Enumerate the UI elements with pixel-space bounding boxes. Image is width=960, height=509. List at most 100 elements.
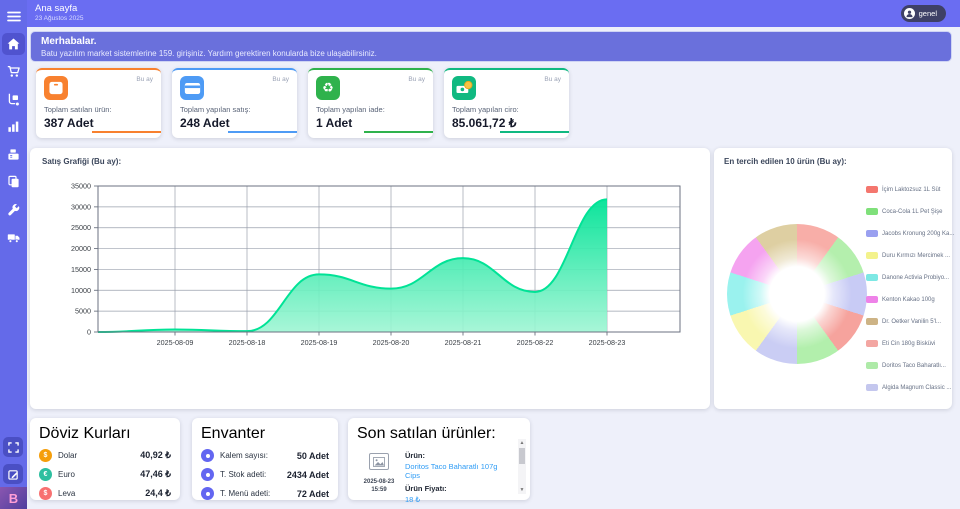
legend-item[interactable]: Algida Magnum Classic ...: [866, 384, 954, 391]
legend-label: Dr. Oetker Vanilin 5'l...: [882, 319, 941, 325]
currency-value: 47,46 ₺: [140, 469, 171, 480]
inventory-value: 2434 Adet: [287, 470, 329, 480]
truck-icon[interactable]: [2, 226, 25, 248]
edit-icon[interactable]: [3, 464, 23, 484]
legend-label: Jacobs Kronung 200g Ka...: [882, 231, 954, 237]
user-avatar-icon: [904, 8, 915, 19]
scroll-down-icon[interactable]: ▼: [518, 487, 526, 493]
sales-area-chart[interactable]: 050001000015000200002500030000350002025-…: [30, 174, 710, 396]
box-icon: [44, 76, 68, 100]
top-products-title: En tercih edilen 10 ürün (Bu ay):: [714, 148, 952, 166]
legend-item[interactable]: Coca-Cola 1L Pet Şişe: [866, 208, 954, 215]
svg-text:25000: 25000: [71, 223, 91, 232]
svg-text:2025-08-22: 2025-08-22: [517, 338, 554, 347]
donut-legend: İçim Laktozsuz 1L Süt Coca-Cola 1L Pet Ş…: [866, 186, 954, 391]
stat-value: 1 Adet: [316, 116, 425, 130]
inventory-card: Envanter Kalem sayısı: 50 Adet T. Stok a…: [192, 418, 338, 500]
stat-card-revenue: Bu ay Toplam yapılan ciro: 85.061,72 ₺: [444, 68, 569, 138]
copy-icon[interactable]: [2, 170, 25, 192]
legend-item[interactable]: Doritos Taco Baharatlı...: [866, 362, 954, 369]
svg-text:30000: 30000: [71, 202, 91, 211]
legend-item[interactable]: Kenton Kakao 100g: [866, 296, 954, 303]
stat-underline: [500, 131, 569, 133]
stat-period: Bu ay: [136, 76, 153, 83]
inventory-row: T. Menü adeti: 72 Adet: [201, 487, 329, 500]
currency-title: Döviz Kurları: [39, 425, 171, 443]
currency-value: 40,92 ₺: [140, 450, 171, 461]
bullet-icon: [201, 487, 214, 500]
scrollbar[interactable]: ▲ ▼: [518, 439, 526, 494]
legend-label: Eti Cin 180g Bisküvi: [882, 341, 935, 347]
legend-item[interactable]: Danone Activia Probiyo...: [866, 274, 954, 281]
inventory-row: Kalem sayısı: 50 Adet: [201, 449, 329, 462]
product-label: Ürün:: [405, 451, 507, 460]
legend-item[interactable]: İçim Laktozsuz 1L Süt: [866, 186, 954, 193]
sold-date: 2025-08-2315:59: [357, 478, 401, 494]
welcome-message: Batu yazılım market sistemlerine 159. gi…: [41, 49, 941, 58]
legend-swatch: [866, 208, 878, 215]
svg-text:2025-08-09: 2025-08-09: [157, 338, 194, 347]
svg-text:2025-08-20: 2025-08-20: [373, 338, 410, 347]
menu-icon[interactable]: [2, 5, 25, 27]
inventory-value: 72 Adet: [297, 489, 329, 499]
bullet-icon: [201, 468, 214, 481]
stat-card-sales: Bu ay Toplam yapılan satış: 248 Adet: [172, 68, 297, 138]
stat-value: 387 Adet: [44, 116, 153, 130]
svg-text:20000: 20000: [71, 244, 91, 253]
stat-period: Bu ay: [544, 76, 561, 83]
cash-register-icon[interactable]: [2, 143, 25, 165]
stat-label: Toplam yapılan iade:: [316, 105, 425, 114]
legend-swatch: [866, 252, 878, 259]
legend-label: Kenton Kakao 100g: [882, 297, 935, 303]
currency-row-euro: € Euro 47,46 ₺: [39, 468, 171, 481]
image-placeholder-icon: [369, 453, 389, 470]
svg-text:2025-08-19: 2025-08-19: [301, 338, 338, 347]
stat-value: 248 Adet: [180, 116, 289, 130]
stat-label: Toplam yapılan ciro:: [452, 105, 561, 114]
product-link[interactable]: Doritos Taco Baharatlı 107g Cips: [405, 462, 507, 480]
recycle-icon: ♻: [316, 76, 340, 100]
currency-row-leva: $ Leva 24,4 ₺: [39, 487, 171, 500]
sales-chart-title: Satış Grafiği (Bu ay):: [30, 148, 710, 166]
euro-icon: €: [39, 468, 52, 481]
page-date: 23 Ağustos 2025: [35, 15, 83, 22]
legend-label: Duru Kırmızı Mercimek ...: [882, 253, 950, 259]
stat-period: Bu ay: [408, 76, 425, 83]
stat-card-refunds: ♻ Bu ay Toplam yapılan iade: 1 Adet: [308, 68, 433, 138]
legend-item[interactable]: Duru Kırmızı Mercimek ...: [866, 252, 954, 259]
legend-swatch: [866, 230, 878, 237]
app-logo[interactable]: B: [0, 487, 27, 509]
last-sold-card: Son satılan ürünler: 2025-08-2315:59 Ürü…: [348, 418, 530, 500]
credit-card-icon: [180, 76, 204, 100]
svg-text:5000: 5000: [75, 307, 91, 316]
legend-item[interactable]: Jacobs Kronung 200g Ka...: [866, 230, 954, 237]
top-bar: Ana sayfa 23 Ağustos 2025 genel: [27, 0, 960, 27]
legend-label: Doritos Taco Baharatlı...: [882, 363, 946, 369]
bar-chart-icon[interactable]: [2, 115, 25, 137]
legend-item[interactable]: Dr. Oetker Vanilin 5'l...: [866, 318, 954, 325]
top-products-card: En tercih edilen 10 ürün (Bu ay): İçim L…: [714, 148, 952, 409]
scrollbar-thumb[interactable]: [519, 448, 525, 464]
currency-name: Euro: [58, 470, 75, 479]
stat-value: 85.061,72 ₺: [452, 116, 561, 130]
welcome-banner: Merhabalar. Batu yazılım market sistemle…: [30, 31, 952, 62]
stat-cards: Bu ay Toplam satılan ürün: 387 Adet Bu a…: [36, 68, 569, 138]
currency-value: 24,4 ₺: [145, 488, 171, 499]
wrench-icon[interactable]: [2, 198, 25, 220]
home-icon[interactable]: [2, 33, 25, 55]
page-title: Ana sayfa: [35, 3, 77, 14]
hand-truck-icon[interactable]: [2, 88, 25, 110]
fullscreen-icon[interactable]: [3, 437, 23, 457]
price-value: 18 ₺: [405, 495, 507, 504]
user-menu-button[interactable]: genel: [901, 5, 946, 22]
sales-chart-card: Satış Grafiği (Bu ay): 05000100001500020…: [30, 148, 710, 409]
top-products-donut-chart[interactable]: [727, 224, 867, 364]
scroll-up-icon[interactable]: ▲: [518, 440, 526, 446]
cart-icon[interactable]: [2, 60, 25, 82]
sidebar: B: [0, 0, 27, 509]
bullet-icon: [201, 449, 214, 462]
stat-underline: [92, 131, 161, 133]
svg-text:0: 0: [87, 328, 91, 337]
legend-item[interactable]: Eti Cin 180g Bisküvi: [866, 340, 954, 347]
inventory-label: T. Menü adeti:: [220, 489, 270, 498]
